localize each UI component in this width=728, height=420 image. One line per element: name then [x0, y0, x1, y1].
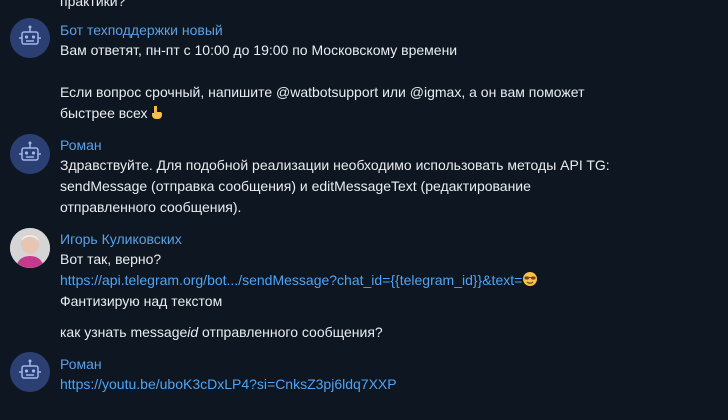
- robot-icon: [10, 352, 50, 392]
- bot-avatar[interactable]: [10, 18, 50, 58]
- message-text-line: как узнать messageid отправленного сообщ…: [60, 322, 383, 343]
- api-url-link[interactable]: https://api.telegram.org/bot.../sendMess…: [60, 272, 522, 288]
- message-text: быстрее всех: [60, 105, 148, 121]
- message-text: отправленного сообщения?: [198, 324, 383, 340]
- message-text-line: https://api.telegram.org/bot.../sendMess…: [60, 270, 538, 293]
- robot-icon: [10, 18, 50, 58]
- message-text-italic: id: [187, 324, 199, 340]
- message-text: как узнать message: [60, 324, 188, 340]
- robot-icon: [10, 134, 50, 174]
- user-photo-icon: [10, 228, 50, 268]
- author-avatar[interactable]: [10, 134, 50, 174]
- message-author[interactable]: Роман: [60, 355, 102, 373]
- message-text-line: sendMessage (отправка сообщения) и editM…: [60, 178, 531, 194]
- backhand-index-pointing-down-emoji: [148, 104, 164, 126]
- message-author[interactable]: Бот техподдержки новый: [60, 21, 223, 39]
- message-text-line: Фантизирую над текстом: [60, 293, 223, 309]
- message-text-line: Если вопрос срочный, напишите @watbotsup…: [60, 84, 585, 100]
- youtube-link[interactable]: https://youtu.be/uboK3cDxLP4?si=CnksZ3pj…: [60, 374, 397, 395]
- author-avatar[interactable]: [10, 228, 50, 268]
- message-author[interactable]: Игорь Куликовских: [60, 230, 182, 248]
- author-avatar[interactable]: [10, 352, 50, 392]
- previous-message-fragment: практики?: [60, 0, 126, 9]
- message-text-line: Здравствуйте. Для подобной реализации не…: [60, 157, 610, 173]
- message-text-line: быстрее всех: [60, 103, 164, 126]
- message-text-line: Вам ответят, пн-пт с 10:00 до 19:00 по М…: [60, 42, 458, 58]
- message-text-line: Вот так, верно?: [60, 251, 162, 267]
- message-author[interactable]: Роман: [60, 136, 102, 154]
- message-text-line: отправленного сообщения).: [60, 199, 242, 215]
- smiling-face-with-sunglasses-emoji: [522, 271, 538, 293]
